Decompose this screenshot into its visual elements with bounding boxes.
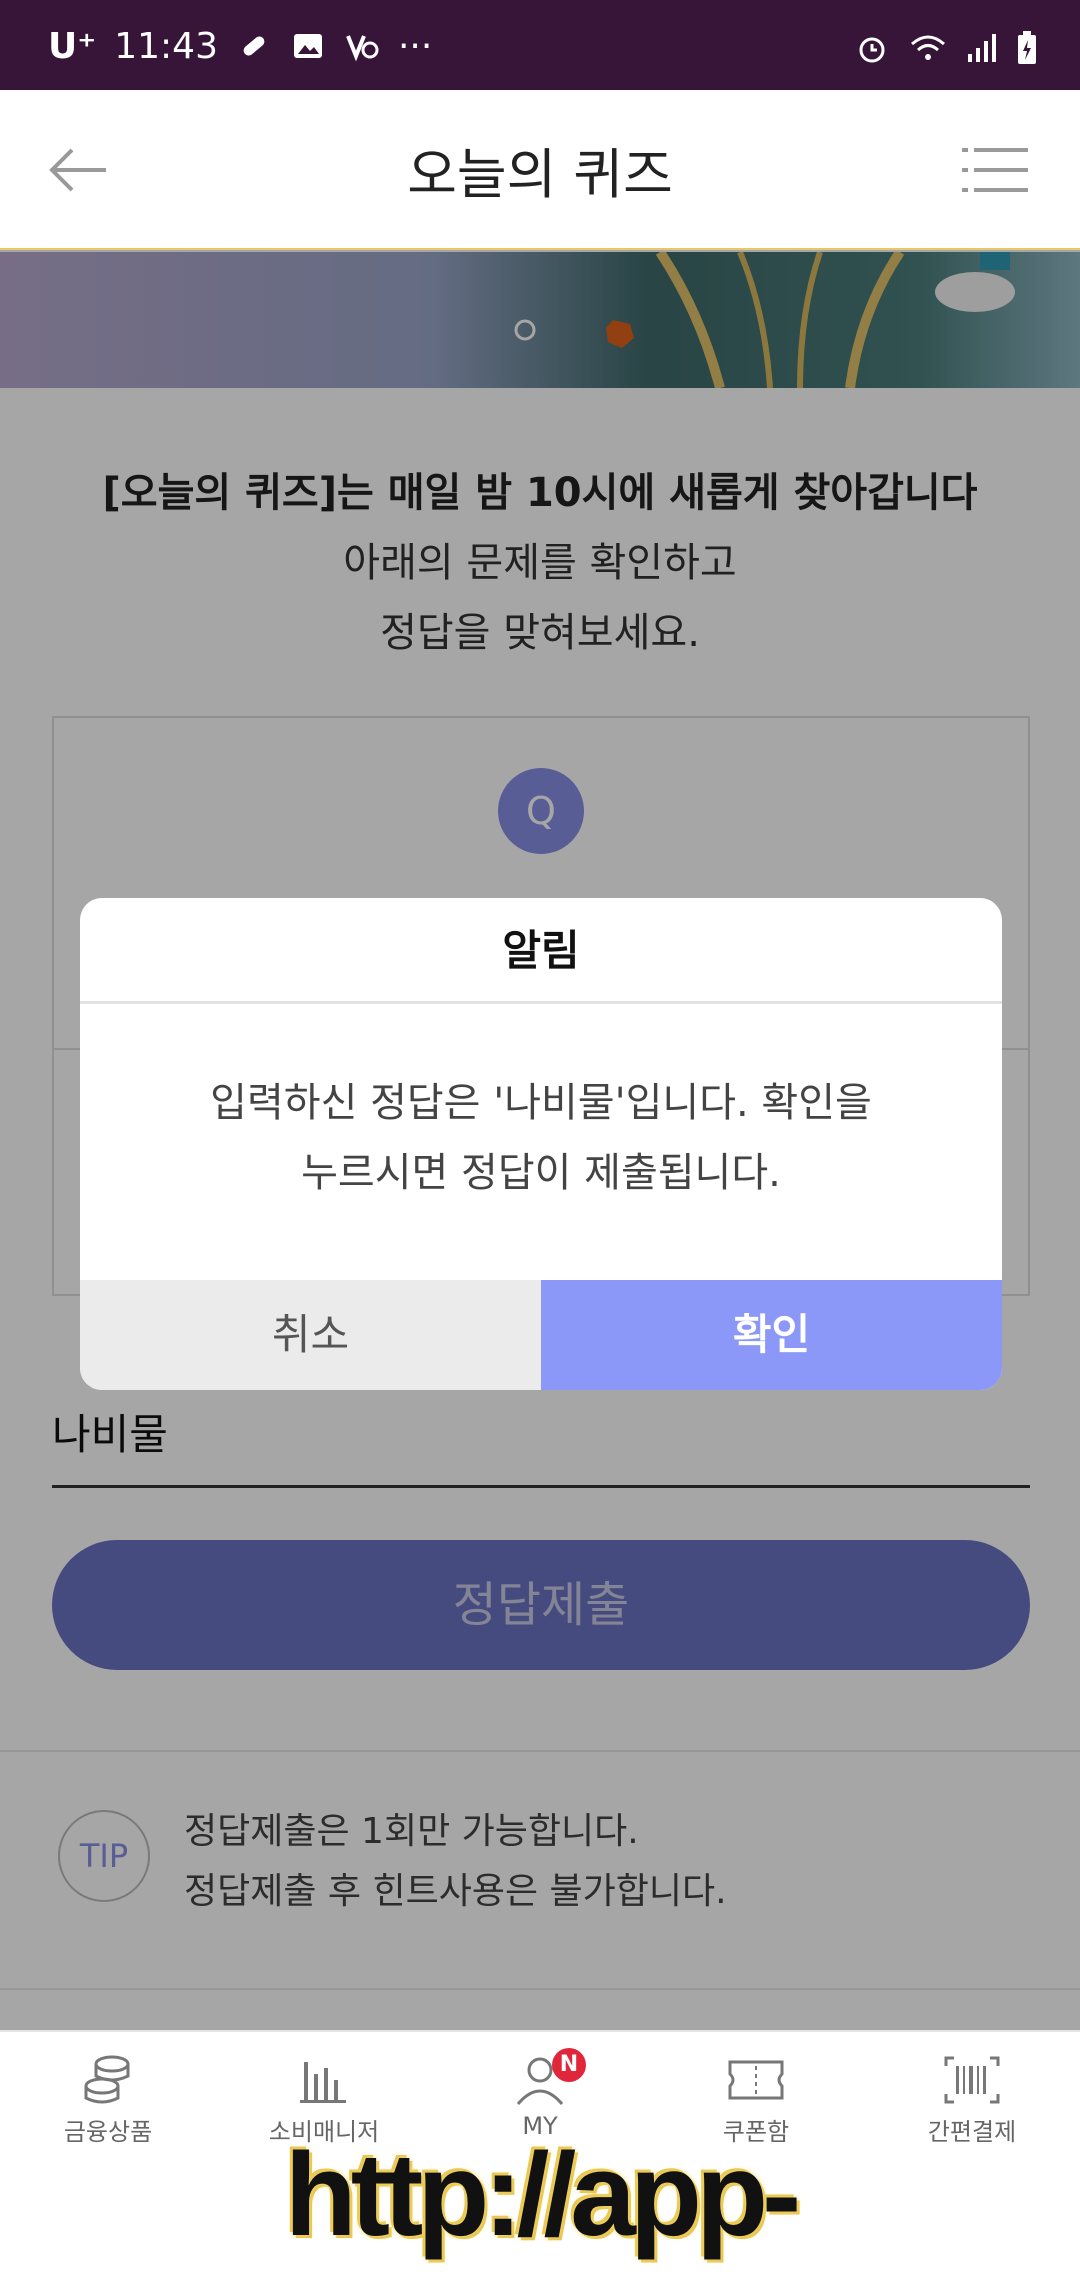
dialog-title: 알림 bbox=[80, 898, 1002, 1004]
status-time: 11:43 bbox=[114, 25, 218, 67]
cancel-button[interactable]: 취소 bbox=[80, 1280, 541, 1390]
image-icon bbox=[290, 28, 326, 64]
wifi-icon bbox=[908, 30, 948, 70]
status-bar: U⁺ 11:43 ··· bbox=[0, 0, 1080, 90]
alarm-icon bbox=[854, 30, 890, 70]
notification-badge: N bbox=[552, 2048, 586, 2082]
app-header: 오늘의 퀴즈 bbox=[0, 90, 1080, 250]
bar-chart-icon bbox=[300, 2062, 346, 2103]
ticket-icon bbox=[728, 2060, 784, 2100]
bandage-icon bbox=[236, 28, 272, 64]
signal-icon bbox=[966, 30, 998, 70]
vpn-icon bbox=[344, 28, 380, 64]
page-title: 오늘의 퀴즈 bbox=[407, 143, 673, 206]
dialog-message: 입력하신 정답은 '나비물'입니다. 확인을 누르시면 정답이 제출됩니다. bbox=[120, 1068, 962, 1208]
carrier-label: U⁺ bbox=[48, 25, 97, 67]
dialog-message-line-2: 누르시면 정답이 제출됩니다. bbox=[301, 1150, 781, 1196]
barcode-icon bbox=[944, 2056, 1000, 2104]
battery-icon bbox=[1016, 30, 1038, 70]
alert-dialog: 알림 입력하신 정답은 '나비물'입니다. 확인을 누르시면 정답이 제출됩니다… bbox=[80, 898, 1002, 1390]
confirm-button[interactable]: 확인 bbox=[541, 1280, 1002, 1390]
dialog-message-line-1: 입력하신 정답은 '나비물'입니다. 확인을 bbox=[210, 1080, 872, 1126]
coins-icon bbox=[84, 2055, 130, 2104]
menu-icon[interactable] bbox=[960, 142, 1030, 198]
more-notifications-icon: ··· bbox=[397, 25, 433, 67]
watermark-text: http://app-tech.tistory.com bbox=[284, 2129, 802, 2261]
